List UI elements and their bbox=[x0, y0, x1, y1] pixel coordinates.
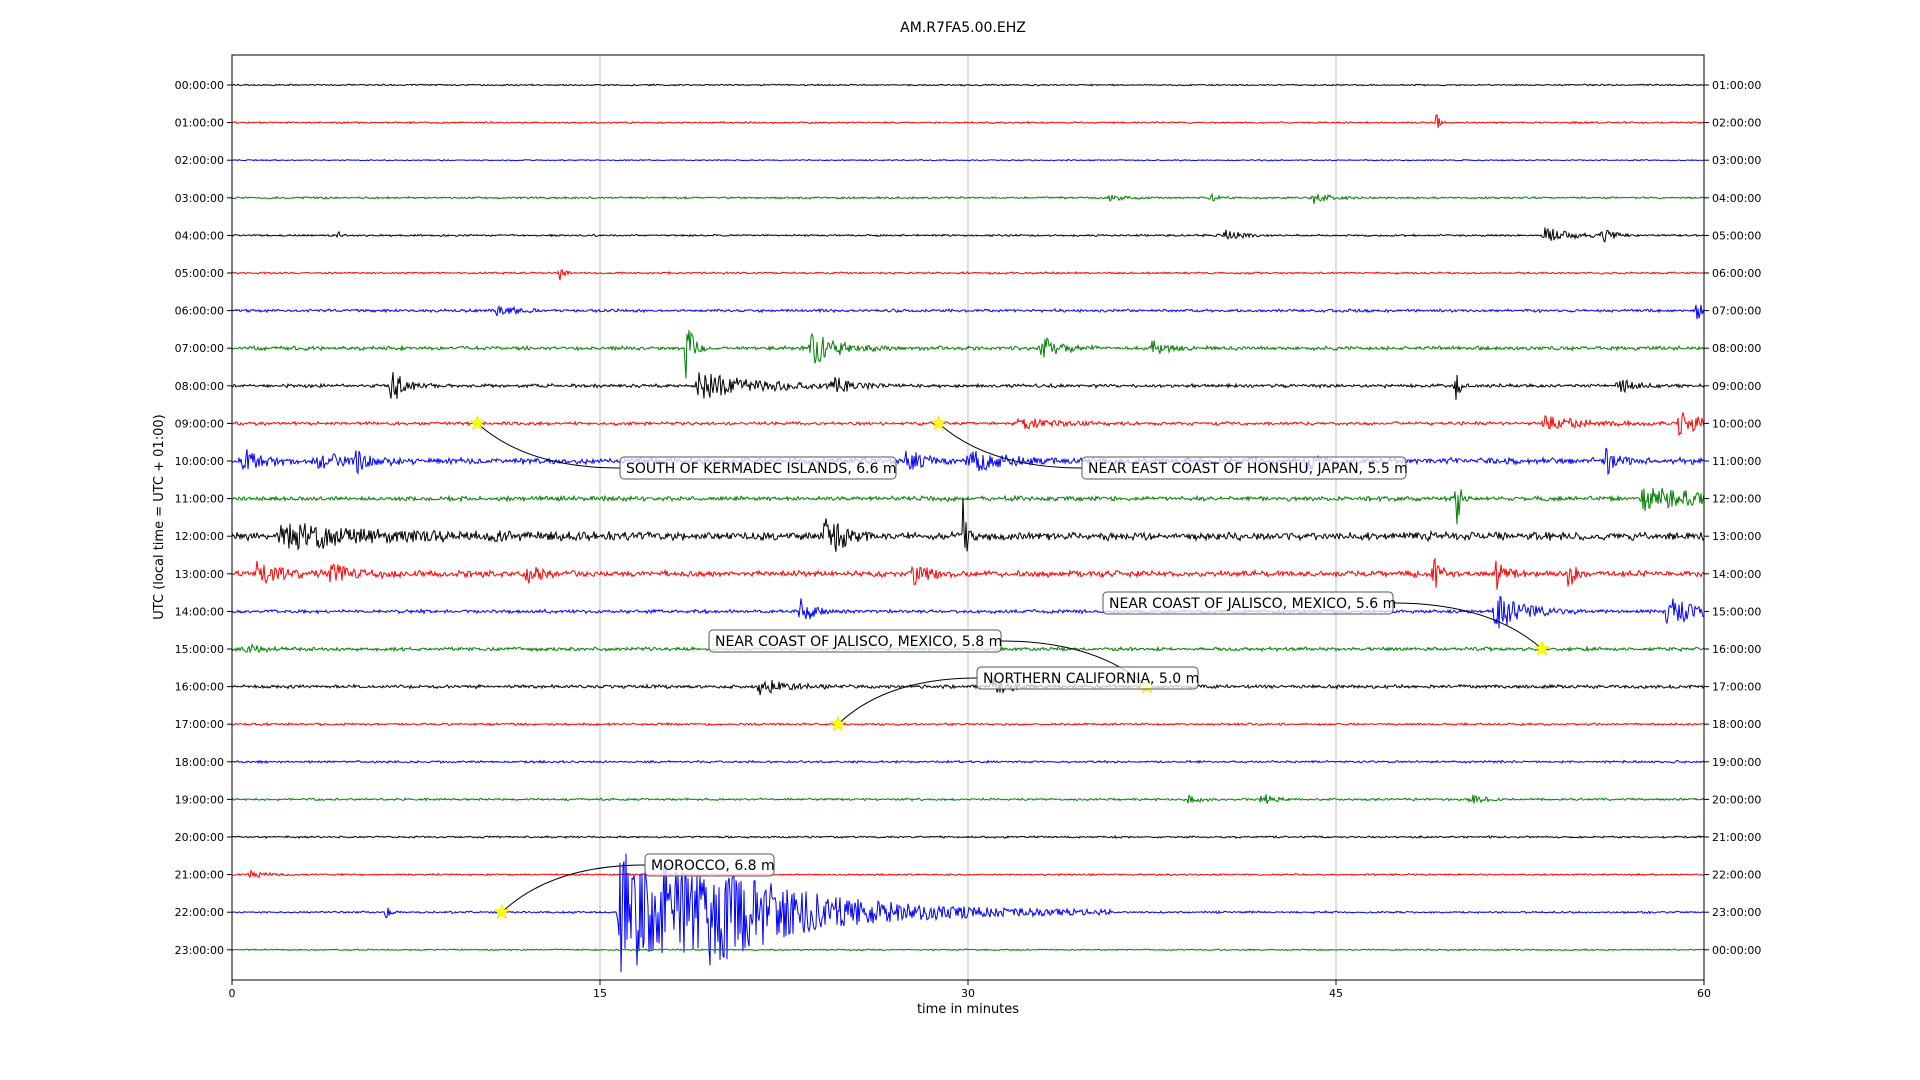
y-tick-label-right: 03:00:00 bbox=[1712, 154, 1761, 167]
y-axis-label: UTC (local time = UTC + 01:00) bbox=[152, 414, 167, 619]
trace-row bbox=[231, 158, 1705, 162]
y-tick-label-right: 05:00:00 bbox=[1712, 229, 1761, 242]
y-tick-label-right: 16:00:00 bbox=[1712, 643, 1761, 656]
y-tick-label-right: 15:00:00 bbox=[1712, 605, 1761, 618]
y-tick-label-left: 03:00:00 bbox=[175, 192, 224, 205]
annotation-connector bbox=[501, 864, 646, 913]
y-tick-label-right: 19:00:00 bbox=[1712, 756, 1761, 769]
y-tick-label-left: 11:00:00 bbox=[175, 493, 224, 506]
y-tick-label-right: 23:00:00 bbox=[1712, 906, 1761, 919]
y-tick-label-right: 07:00:00 bbox=[1712, 305, 1761, 318]
y-tick-label-left: 14:00:00 bbox=[175, 605, 224, 618]
x-tick-label: 0 bbox=[229, 987, 236, 1000]
y-tick-label-right: 09:00:00 bbox=[1712, 380, 1761, 393]
annotation-label: SOUTH OF KERMADEC ISLANDS, 6.6 m bbox=[626, 461, 897, 477]
y-tick-label-left: 21:00:00 bbox=[175, 869, 224, 882]
y-tick-label-left: 09:00:00 bbox=[175, 417, 224, 430]
y-tick-label-right: 04:00:00 bbox=[1712, 192, 1761, 205]
y-tick-label-left: 02:00:00 bbox=[175, 154, 224, 167]
x-tick-label: 15 bbox=[593, 987, 607, 1000]
y-tick-label-right: 08:00:00 bbox=[1712, 342, 1761, 355]
x-tick-label: 60 bbox=[1697, 987, 1711, 1000]
annotation-connector bbox=[837, 677, 978, 725]
y-tick-label-right: 18:00:00 bbox=[1712, 718, 1761, 731]
y-tick-label-left: 18:00:00 bbox=[175, 756, 224, 769]
annotation-label: NEAR COAST OF JALISCO, MEXICO, 5.8 m bbox=[715, 634, 1002, 650]
y-tick-label-right: 01:00:00 bbox=[1712, 79, 1761, 92]
annotation-label: MOROCCO, 6.8 m bbox=[651, 858, 775, 874]
event-annotations: SOUTH OF KERMADEC ISLANDS, 6.6 m NEAR EAS… bbox=[469, 414, 1551, 920]
y-tick-label-right: 10:00:00 bbox=[1712, 417, 1761, 430]
y-tick-label-left: 12:00:00 bbox=[175, 530, 224, 543]
y-tick-label-left: 15:00:00 bbox=[175, 643, 224, 656]
x-axis-label: time in minutes bbox=[917, 1002, 1019, 1017]
y-tick-label-right: 17:00:00 bbox=[1712, 681, 1761, 694]
y-tick-label-left: 23:00:00 bbox=[175, 944, 224, 957]
event-star-marker bbox=[493, 903, 511, 920]
y-tick-label-left: 00:00:00 bbox=[175, 79, 224, 92]
y-tick-label-left: 22:00:00 bbox=[175, 906, 224, 919]
y-tick-label-right: 02:00:00 bbox=[1712, 117, 1761, 130]
y-tick-label-right: 12:00:00 bbox=[1712, 493, 1761, 506]
x-tick-label: 45 bbox=[1329, 987, 1343, 1000]
event-star-marker bbox=[829, 715, 847, 732]
y-tick-label-right: 14:00:00 bbox=[1712, 568, 1761, 581]
y-tick-label-left: 10:00:00 bbox=[175, 455, 224, 468]
y-tick-label-right: 00:00:00 bbox=[1712, 944, 1761, 957]
y-tick-label-left: 17:00:00 bbox=[175, 718, 224, 731]
y-tick-label-right: 11:00:00 bbox=[1712, 455, 1761, 468]
y-tick-label-left: 04:00:00 bbox=[175, 229, 224, 242]
y-tick-label-left: 13:00:00 bbox=[175, 568, 224, 581]
y-tick-label-left: 05:00:00 bbox=[175, 267, 224, 280]
y-tick-label-right: 20:00:00 bbox=[1712, 793, 1761, 806]
grid-lines bbox=[599, 55, 1337, 980]
y-tick-label-left: 07:00:00 bbox=[175, 342, 224, 355]
seismogram-chart: AM.R7FA5.00.EHZ SOUTH OF KERMADEC ISLAND… bbox=[152, 20, 1761, 1017]
x-tick-label: 30 bbox=[961, 987, 975, 1000]
y-tick-label-left: 06:00:00 bbox=[175, 305, 224, 318]
y-tick-label-left: 01:00:00 bbox=[175, 117, 224, 130]
y-tick-label-right: 06:00:00 bbox=[1712, 267, 1761, 280]
annotation-label: NEAR EAST COAST OF HONSHU, JAPAN, 5.5 m bbox=[1088, 461, 1408, 477]
x-tick-labels: 0 15 30 45 60 bbox=[229, 980, 1711, 1000]
y-tick-label-left: 19:00:00 bbox=[175, 793, 224, 806]
event-star-marker bbox=[1533, 640, 1551, 657]
y-tick-label-right: 21:00:00 bbox=[1712, 831, 1761, 844]
y-tick-label-left: 08:00:00 bbox=[175, 380, 224, 393]
chart-title: AM.R7FA5.00.EHZ bbox=[900, 20, 1026, 36]
annotation-label: NEAR COAST OF JALISCO, MEXICO, 5.6 m bbox=[1109, 596, 1396, 612]
y-tick-label-right: 22:00:00 bbox=[1712, 869, 1761, 882]
annotation-connector bbox=[938, 423, 1083, 469]
annotation-label: NORTHERN CALIFORNIA, 5.0 m bbox=[983, 671, 1199, 687]
y-tick-label-left: 16:00:00 bbox=[175, 681, 224, 694]
y-tick-label-left: 20:00:00 bbox=[175, 831, 224, 844]
y-tick-label-right: 13:00:00 bbox=[1712, 530, 1761, 543]
